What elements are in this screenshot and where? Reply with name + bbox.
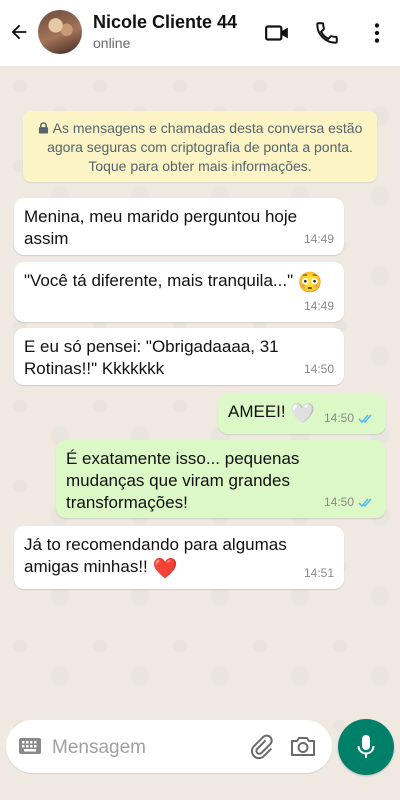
message-input[interactable] [50, 732, 234, 764]
message-composer [6, 720, 332, 773]
red-heart-emoji: ❤️ [152, 558, 178, 580]
message-time: 14:49 [303, 299, 334, 313]
message-time: 14:51 [303, 566, 334, 580]
more-options-icon[interactable] [364, 20, 390, 46]
message-time: 14:50 [303, 362, 334, 376]
message-bubble-incoming[interactable]: "Você tá diferente, mais tranquila..." 😳… [14, 262, 344, 322]
system-nav-bar [0, 780, 400, 800]
lock-icon [38, 122, 48, 134]
message-bubble-incoming[interactable]: E eu só pensei: "Obrigadaaaa, 31 Rotinas… [14, 328, 344, 385]
contact-name[interactable]: Nicole Cliente 44 [93, 12, 237, 33]
message-text: "Você tá diferente, mais tranquila..." [24, 271, 294, 290]
message-time: 14:50 [323, 411, 354, 425]
message-text: AMEEI! [228, 402, 286, 421]
chat-header: Nicole Cliente 44 online [0, 0, 400, 66]
message-bubble-outgoing[interactable]: É exatamente isso... pequenas mudanças q… [56, 440, 386, 518]
contact-status: online [93, 35, 131, 51]
message-bubble-incoming[interactable]: Já to recomendando para algumas amigas m… [14, 526, 344, 589]
message-bubble-outgoing[interactable]: AMEEI! 🤍 14:50 [218, 394, 386, 434]
read-ticks-icon [358, 497, 372, 507]
video-call-icon[interactable] [264, 20, 290, 46]
camera-icon[interactable] [290, 735, 316, 757]
message-text: E eu só pensei: "Obrigadaaaa, 31 Rotinas… [24, 337, 279, 378]
keyboard-icon[interactable] [18, 736, 42, 756]
encryption-notice-text: As mensagens e chamadas desta conversa e… [47, 120, 363, 174]
avatar[interactable] [38, 10, 82, 54]
mic-button[interactable] [338, 719, 394, 775]
white-heart-emoji: 🤍 [290, 403, 316, 425]
message-text: Menina, meu marido perguntou hoje assim [24, 207, 298, 248]
back-arrow-icon[interactable] [8, 21, 30, 43]
mic-icon [357, 735, 375, 758]
read-ticks-icon [358, 413, 372, 423]
flushed-face-emoji: 😳 [297, 272, 323, 294]
phone-icon[interactable] [314, 20, 340, 46]
message-time: 14:49 [303, 232, 334, 246]
message-time: 14:50 [323, 495, 354, 509]
attach-icon[interactable] [249, 734, 273, 760]
encryption-notice[interactable]: As mensagens e chamadas desta conversa e… [23, 111, 377, 182]
message-bubble-incoming[interactable]: Menina, meu marido perguntou hoje assim … [14, 198, 344, 255]
